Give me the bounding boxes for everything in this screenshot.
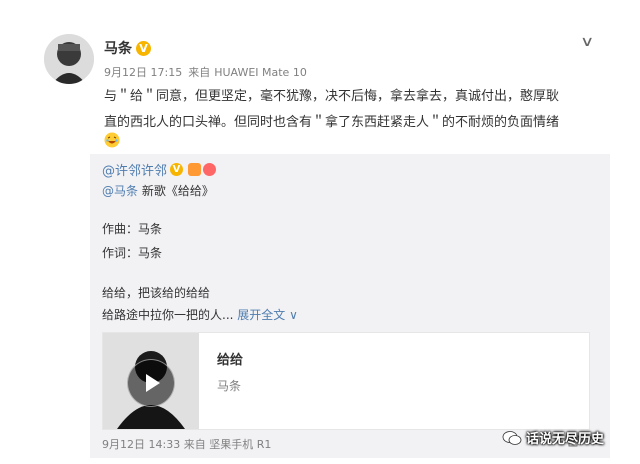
post-date[interactable]: 9月12日 17:15 — [104, 66, 182, 79]
watermark: 话说无尽历史 — [502, 428, 604, 447]
repost-date[interactable]: 9月12日 14:33 — [102, 438, 180, 451]
post-source: HUAWEI Mate 10 — [214, 66, 307, 79]
repost-block: @许邻许邻 V @马条 新歌《给给》 作曲：马条 作词：马条 给给，把该给的给给… — [90, 154, 610, 458]
card-artist: 马条 — [217, 379, 242, 393]
balloon-icon — [203, 163, 217, 176]
song-announcement: 新歌《给给》 — [138, 184, 214, 198]
badge-icon — [188, 163, 202, 176]
repost-title-line: @马条 新歌《给给》 — [102, 182, 214, 199]
lyric-line-1: 给给，把该给的给给 — [102, 286, 211, 300]
wechat-icon — [502, 430, 522, 445]
repost-source: 坚果手机 R1 — [209, 438, 272, 451]
verified-icon: V — [170, 163, 184, 176]
mention-link[interactable]: @马条 — [102, 184, 138, 198]
chevron-down-icon[interactable]: ∨ — [580, 34, 594, 50]
chevron-down-icon: ∨ — [289, 308, 298, 322]
repost-meta: 9月12日 14:33 来自 坚果手机 R1 — [102, 436, 271, 452]
composer-credit: 作曲：马条 — [102, 222, 163, 236]
card-title[interactable]: 给给 — [217, 349, 243, 368]
avatar[interactable] — [44, 34, 94, 84]
source-prefix: 来自 — [188, 66, 211, 79]
expand-label: 展开全文 — [237, 308, 286, 322]
post-line-1: 与＂给＂同意，但更坚定，毫不犹豫，决不后悔，拿去拿去，真诚付出，憨厚耿 — [104, 89, 560, 104]
badge-icons — [188, 163, 217, 176]
watermark-text: 话说无尽历史 — [526, 432, 605, 447]
verified-icon: V — [136, 40, 151, 56]
expand-link[interactable]: 展开全文 ∨ — [237, 308, 298, 322]
source-prefix: 来自 — [183, 438, 206, 451]
laughing-face-emoji-icon — [104, 132, 120, 148]
post-text: 与＂给＂同意，但更坚定，毫不犹豫，决不后悔，拿去拿去，真诚付出，憨厚耿 直的西北… — [104, 84, 600, 136]
lyric-line-2: 给路途中拉你一把的人... — [102, 308, 234, 322]
post-author[interactable]: 马条 V — [104, 38, 151, 58]
music-card[interactable]: 给给 马条 — [102, 332, 590, 430]
post-meta: 9月12日 17:15 来自 HUAWEI Mate 10 — [104, 64, 313, 80]
lyric-line-2-row: 给路途中拉你一把的人... 展开全文 ∨ — [102, 306, 298, 323]
post-line-2: 直的西北人的口头禅。但同时也含有＂拿了东西赶紧走人＂的不耐烦的负面情绪 — [104, 115, 560, 130]
play-icon[interactable] — [127, 359, 175, 407]
repost-author-link[interactable]: @许邻许邻 — [102, 160, 167, 179]
username[interactable]: 马条 — [104, 38, 132, 58]
lyricist-credit: 作词：马条 — [102, 246, 163, 260]
album-cover — [103, 333, 199, 429]
repost-author: @许邻许邻 V — [102, 160, 217, 179]
